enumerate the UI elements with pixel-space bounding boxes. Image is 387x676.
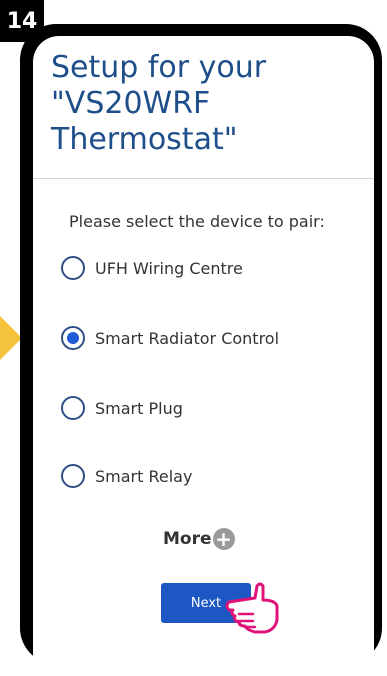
radio-unselected-icon[interactable]	[61, 256, 85, 280]
option-label: UFH Wiring Centre	[95, 258, 243, 278]
more-label: More	[163, 529, 212, 549]
plus-circle-icon[interactable]: +	[212, 528, 235, 550]
radio-unselected-icon[interactable]	[61, 464, 85, 488]
divider	[33, 178, 374, 179]
pointing-hand-icon	[225, 582, 279, 634]
option-smart-relay[interactable]: Smart Relay	[61, 462, 361, 490]
option-ufh-wiring-centre[interactable]: UFH Wiring Centre	[61, 254, 361, 282]
option-label: Smart Relay	[95, 466, 193, 486]
app-screen: Setup for your "VS20WRF Thermostat" Plea…	[33, 36, 374, 676]
page-title: Setup for your "VS20WRF Thermostat"	[51, 50, 267, 157]
device-prompt: Please select the device to pair:	[69, 212, 325, 231]
radio-selected-icon[interactable]	[61, 326, 85, 350]
more-button[interactable]: More +	[163, 528, 235, 550]
radio-unselected-icon[interactable]	[61, 396, 85, 420]
side-arrow-icon	[0, 316, 22, 360]
option-label: Smart Radiator Control	[95, 328, 280, 348]
option-smart-plug[interactable]: Smart Plug	[61, 394, 361, 422]
option-label: Smart Plug	[95, 398, 183, 418]
option-smart-radiator-control[interactable]: Smart Radiator Control	[61, 324, 361, 352]
step-number-badge: 14	[0, 0, 44, 42]
